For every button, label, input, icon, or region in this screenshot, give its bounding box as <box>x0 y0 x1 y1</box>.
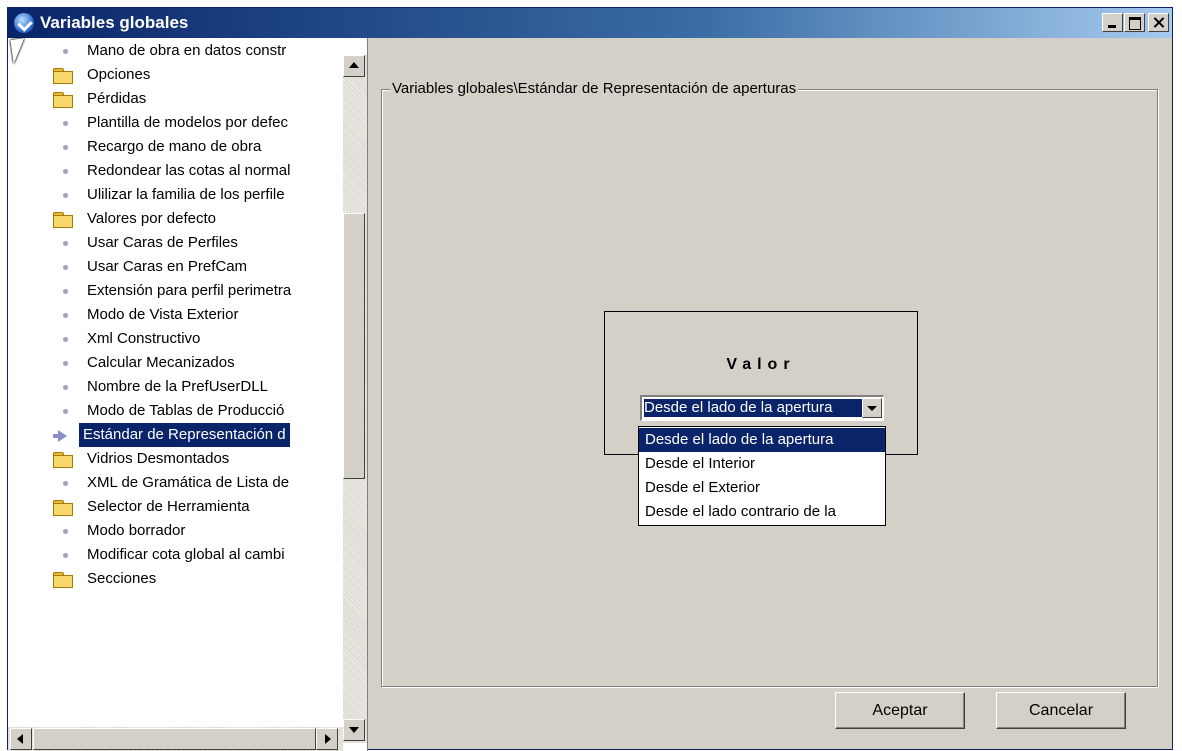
aceptar-button[interactable]: Aceptar <box>835 692 965 729</box>
window-title: Variables globales <box>40 13 189 32</box>
bullet-icon <box>63 49 68 54</box>
close-button[interactable] <box>1148 13 1169 32</box>
tree-item-label: Modo de Vista Exterior <box>87 306 239 323</box>
tree-item[interactable]: Usar Caras de Perfiles <box>8 231 343 255</box>
tree-item-label: Nombre de la PrefUserDLL <box>87 378 268 395</box>
combo-dropdown-list: Desde el lado de la apertura Desde el In… <box>638 426 886 526</box>
minimize-button[interactable] <box>1102 13 1123 32</box>
scroll-down-button[interactable] <box>343 719 365 741</box>
bullet-icon <box>63 241 68 246</box>
dropdown-option[interactable]: Desde el Exterior <box>639 476 885 500</box>
tree-item-label: Selector de Herramienta <box>87 498 250 515</box>
tree-item-label: Valores por defecto <box>87 210 216 227</box>
tree-item[interactable]: Mano de obra en datos constr <box>8 39 343 63</box>
folder-icon <box>53 452 73 468</box>
folder-icon <box>53 500 73 516</box>
maximize-button[interactable] <box>1124 13 1145 32</box>
title-bar[interactable]: Variables globales <box>8 8 1172 38</box>
tree-item-label: Plantilla de modelos por defec <box>87 114 288 131</box>
folder-icon <box>53 572 73 588</box>
dropdown-option[interactable]: Desde el lado de la apertura <box>639 428 885 452</box>
tree-item-label: Modificar cota global al cambi <box>87 546 285 563</box>
tree-item[interactable]: Extensión para perfil perimetra <box>8 279 343 303</box>
folder-icon <box>53 92 73 108</box>
scroll-up-button[interactable] <box>343 55 365 77</box>
tree-item-label: Calcular Mecanizados <box>87 354 235 371</box>
bullet-icon <box>63 409 68 414</box>
tree-item-label: Modo de Tablas de Producció <box>87 402 285 419</box>
bullet-icon <box>63 361 68 366</box>
bullet-icon <box>63 337 68 342</box>
tree-item[interactable]: Recargo de mano de obra <box>8 135 343 159</box>
bullet-icon <box>63 265 68 270</box>
tree-item[interactable]: Modo borrador <box>8 519 343 543</box>
bullet-icon <box>63 121 68 126</box>
tree-item-label: Usar Caras en PrefCam <box>87 258 248 275</box>
folder-icon <box>53 212 73 228</box>
tree-item[interactable]: Vidrios Desmontados <box>8 447 343 471</box>
scroll-right-button[interactable] <box>316 728 338 750</box>
dropdown-option[interactable]: Desde el lado contrario de la <box>639 500 885 524</box>
tree-item-label: Mano de obra en datos constr <box>87 42 287 59</box>
scroll-left-button[interactable] <box>10 728 32 750</box>
tree-item[interactable]: Nombre de la PrefUserDLL <box>8 375 343 399</box>
arrow-icon <box>53 430 67 442</box>
combo-dropdown-button[interactable] <box>862 398 882 418</box>
bullet-icon <box>63 553 68 558</box>
folder-icon <box>53 68 73 84</box>
bullet-icon <box>63 385 68 390</box>
bullet-icon <box>63 529 68 534</box>
tree-item[interactable]: Modo de Tablas de Producció <box>8 399 343 423</box>
app-icon <box>14 13 34 33</box>
combo-selected-value[interactable]: Desde el lado de la apertura <box>644 399 863 417</box>
tree-item[interactable]: Secciones <box>8 567 343 591</box>
vertical-scrollbar[interactable] <box>343 55 367 743</box>
tree-item[interactable]: Modificar cota global al cambi <box>8 543 343 567</box>
bullet-icon <box>63 145 68 150</box>
tree-item-label: Modo borrador <box>87 522 186 539</box>
tree-item[interactable]: Plantilla de modelos por defec <box>8 111 343 135</box>
horizontal-scroll-thumb[interactable] <box>33 728 316 750</box>
valor-combobox[interactable]: Desde el lado de la apertura <box>640 395 884 421</box>
horizontal-scrollbar[interactable] <box>8 727 343 751</box>
tree-item-label: Recargo de mano de obra <box>87 138 262 155</box>
tree-item[interactable]: Modo de Vista Exterior <box>8 303 343 327</box>
tree-item[interactable]: Usar Caras en PrefCam <box>8 255 343 279</box>
tree-item[interactable]: Ulilizar la familia de los perfile <box>8 183 343 207</box>
cancelar-button[interactable]: Cancelar <box>996 692 1126 729</box>
bullet-icon <box>63 193 68 198</box>
tree-item[interactable]: Calcular Mecanizados <box>8 351 343 375</box>
tree-item-label: Usar Caras de Perfiles <box>87 234 238 251</box>
tree-item-label: Ulilizar la familia de los perfile <box>87 186 285 203</box>
tree-item-label: XML de Gramática de Lista de <box>87 474 290 491</box>
tree-item-label: Xml Constructivo <box>87 330 201 347</box>
bullet-icon <box>63 481 68 486</box>
group-box-label: Variables globales\Estándar de Represent… <box>390 80 799 97</box>
tree-item-label: Vidrios Desmontados <box>87 450 230 467</box>
vertical-scroll-thumb[interactable] <box>343 213 365 479</box>
tree-item-label: Pérdidas <box>87 90 147 107</box>
tree-item-label: Estándar de Representación d <box>79 423 290 447</box>
dropdown-option[interactable]: Desde el Interior <box>639 452 885 476</box>
tree-item-label: Extensión para perfil perimetra <box>87 282 292 299</box>
tree-item[interactable]: Estándar de Representación d <box>8 423 343 447</box>
tree-item[interactable]: Pérdidas <box>8 87 343 111</box>
tree-panel: Mano de obra en datos constr Opciones Pérd… <box>8 38 368 751</box>
tree-item[interactable]: Redondear las cotas al normal <box>8 159 343 183</box>
tree-item[interactable]: XML de Gramática de Lista de <box>8 471 343 495</box>
bullet-icon <box>63 313 68 318</box>
bullet-icon <box>63 289 68 294</box>
tree-item[interactable]: Selector de Herramienta <box>8 495 343 519</box>
tree-item[interactable]: Xml Constructivo <box>8 327 343 351</box>
tree-item-label: Opciones <box>87 66 151 83</box>
tree-item-label: Redondear las cotas al normal <box>87 162 291 179</box>
tree-item-label: Secciones <box>87 570 157 587</box>
valor-label: Valor <box>726 356 796 373</box>
bullet-icon <box>63 169 68 174</box>
tree-item[interactable]: Valores por defecto <box>8 207 343 231</box>
tree-item[interactable]: Opciones <box>8 63 343 87</box>
